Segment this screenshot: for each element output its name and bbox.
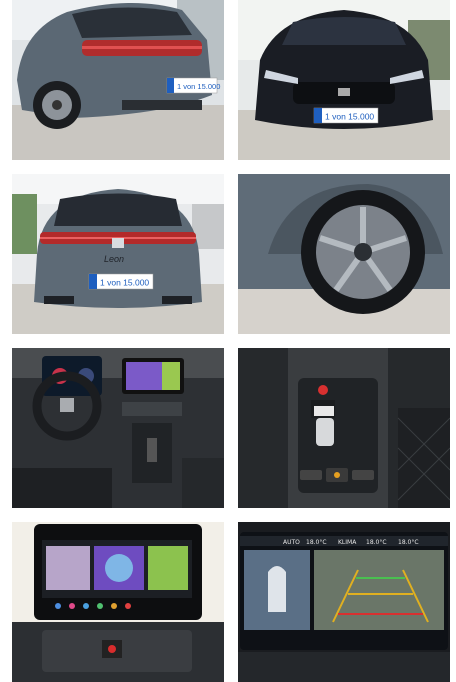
photo-wheel[interactable] [238,174,450,334]
rear-badge: Leon [104,254,124,264]
climate-temp-right: 18.0°C [366,539,387,546]
photo-infotainment-home[interactable] [12,522,224,682]
photo-front-black[interactable]: 1 von 15.000 [238,0,450,160]
plate-text: 1 von 15.000 [100,278,149,288]
license-plate: 1 von 15.000 [88,273,154,290]
plate-text: 1 von 15.000 [325,112,374,122]
photo-rear-camera-screen[interactable]: AUTO 18.0°C KLIMA 18.0°C 18.0°C [238,522,450,682]
photo-gear-selector[interactable] [238,348,450,508]
climate-temp-left: 18.0°C [306,539,327,546]
photo-rear-straight[interactable]: Leon 1 von 15.000 [12,174,224,334]
license-plate: 1 von 15.000 [313,107,379,124]
plate-text: 1 von 15.000 [177,82,220,91]
climate-auto: AUTO [283,539,300,546]
license-plate: 1 von 15.000 [166,77,220,94]
photo-rear-three-quarter[interactable]: 1 von 15.000 [12,0,224,160]
climate-klima: KLIMA [338,539,357,546]
climate-temp-right-2: 18.0°C [398,539,419,546]
photo-dashboard[interactable] [12,348,224,508]
